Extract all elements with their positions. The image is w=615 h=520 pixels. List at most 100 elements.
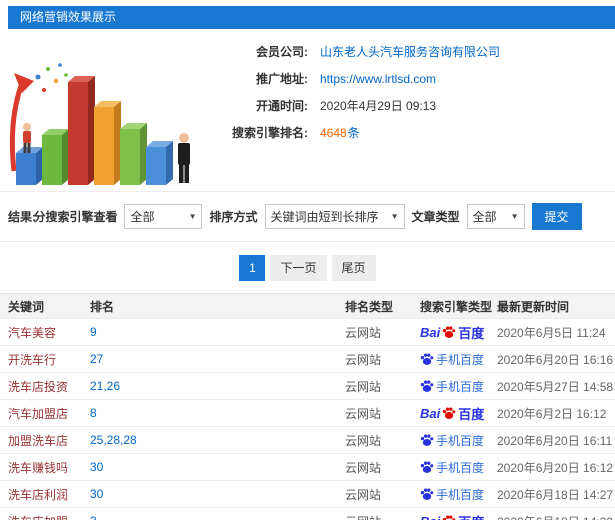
filter-bar: 结果: 分搜索引擎查看 全部 ▼ 排序方式 关键词由短到长排序 ▼ 文章类型 全… xyxy=(0,192,615,242)
mobile-baidu-paw-icon xyxy=(420,352,434,366)
baidu-cn-text: 百度 xyxy=(458,406,485,422)
rank-type-cell: 云网站 xyxy=(345,487,382,502)
result-label: 结果: xyxy=(8,210,36,224)
rank-count-label: 搜索引擎排名: xyxy=(232,126,308,140)
page-1-button[interactable]: 1 xyxy=(239,255,266,281)
rank-cell[interactable]: 8 xyxy=(90,406,345,420)
mobile-baidu-text: 手机百度 xyxy=(436,433,485,448)
info-row-url: 推广地址: https://www.lrtlsd.com xyxy=(200,70,615,88)
update-time-cell: 2020年6月20日 16:16 xyxy=(497,352,614,367)
last-page-button[interactable]: 尾页 xyxy=(331,255,376,281)
baidu-paw-icon xyxy=(442,325,456,339)
rank-type-cell: 云网站 xyxy=(345,433,382,448)
type-filter-label: 文章类型 xyxy=(411,210,460,224)
table-row: 开洗车行 27 云网站 手机百度 2020年6月20日 16:16 xyxy=(0,346,615,373)
page-title: 网络营销效果展示 xyxy=(20,10,117,24)
rank-type-cell: 云网站 xyxy=(345,513,420,520)
keyword-cell: 洗车赚钱吗 xyxy=(8,460,69,475)
keyword-cell: 洗车店投资 xyxy=(8,379,69,394)
url-label: 推广地址: xyxy=(256,72,308,86)
header-rank: 排名 xyxy=(90,299,115,314)
table-row: 洗车赚钱吗 30 云网站 手机百度 2020年6月20日 16:12 xyxy=(0,454,615,481)
engine-filter-label: 分搜索引擎查看 xyxy=(33,210,118,224)
chevron-down-icon: ▼ xyxy=(188,212,197,221)
table-row: 洗车店利润 30 云网站 手机百度 2020年6月18日 14:27 xyxy=(0,481,615,508)
mobile-baidu-paw-icon xyxy=(420,379,434,393)
company-label: 会员公司: xyxy=(256,45,308,59)
type-select-value: 全部 xyxy=(472,210,497,224)
baidu-paw-icon xyxy=(442,514,456,520)
baidu-latin-text: Bai xyxy=(420,514,440,520)
next-page-button[interactable]: 下一页 xyxy=(270,255,327,281)
opened-label: 开通时间: xyxy=(256,99,308,113)
keyword-cell: 汽车加盟店 xyxy=(8,406,69,421)
rank-type-cell: 云网站 xyxy=(345,406,382,421)
info-row-company: 会员公司: 山东老人头汽车服务咨询有限公司 xyxy=(200,43,615,61)
baidu-cn-text: 百度 xyxy=(458,512,484,520)
rank-cell[interactable]: 30 xyxy=(90,487,345,501)
table-row: 加盟洗车店 25,28,28 云网站 手机百度 2020年6月20日 16:11 xyxy=(0,427,615,454)
article-type-select[interactable]: 全部 ▼ xyxy=(466,204,525,229)
promotion-url-link[interactable]: https://www.lrtlsd.com xyxy=(320,70,436,88)
baidu-latin-text: Bai xyxy=(420,405,441,421)
header-keyword: 关键词 xyxy=(8,299,45,314)
rank-cell[interactable]: 9 xyxy=(90,325,345,339)
mobile-baidu-text: 手机百度 xyxy=(436,352,485,367)
chevron-down-icon: ▼ xyxy=(390,212,399,221)
rank-cell[interactable]: 25,28,28 xyxy=(90,433,345,447)
sort-select[interactable]: 关键词由短到长排序 ▼ xyxy=(264,204,405,229)
mobile-baidu-paw-icon xyxy=(420,433,434,447)
sort-filter-label: 排序方式 xyxy=(209,210,258,224)
update-time-cell: 2020年6月20日 16:12 xyxy=(497,460,614,475)
submit-button[interactable]: 提交 xyxy=(531,203,582,230)
info-row-rank-count: 搜索引擎排名: 4648 条 xyxy=(200,124,615,142)
member-info-panel: 会员公司: 山东老人头汽车服务咨询有限公司 推广地址: https://www.… xyxy=(0,29,615,192)
header-rank-type: 排名类型 xyxy=(345,299,394,314)
opened-value: 2020年4月29日 09:13 xyxy=(320,99,437,113)
keyword-cell: 洗车店利润 xyxy=(8,487,69,502)
table-row: 汽车美容 9 云网站 Bai 百度 2020年6月5日 11:24 xyxy=(0,319,615,346)
baidu-latin-text: Bai xyxy=(420,324,441,340)
rank-count-value: 4648 xyxy=(320,126,347,140)
rank-type-cell: 云网站 xyxy=(345,379,382,394)
baidu-cn-text: 百度 xyxy=(458,325,485,341)
mobile-baidu-logo: 手机百度 xyxy=(420,432,497,449)
mobile-baidu-logo: 手机百度 xyxy=(420,378,497,395)
filter-controls: 分搜索引擎查看 全部 ▼ 排序方式 关键词由短到长排序 ▼ 文章类型 全部 ▼ … xyxy=(0,203,615,230)
baidu-paw-icon xyxy=(442,406,456,420)
chevron-down-icon: ▼ xyxy=(510,212,519,221)
update-time-cell: 2020年6月5日 11:24 xyxy=(497,325,606,340)
rank-type-cell: 云网站 xyxy=(345,325,382,340)
keyword-cell: 加盟洗车店 xyxy=(8,433,69,448)
rank-count-unit: 条 xyxy=(347,126,360,140)
update-time-cell: 2020年6月18日 14:27 xyxy=(497,487,614,502)
keyword-cell: 开洗车行 xyxy=(8,352,57,367)
pagination: 1 下一页 尾页 xyxy=(0,242,615,293)
mobile-baidu-paw-icon xyxy=(420,460,434,474)
mobile-baidu-text: 手机百度 xyxy=(436,460,485,475)
baidu-logo: Bai 百度 xyxy=(420,323,497,342)
page-title-bar: 网络营销效果展示 xyxy=(8,6,615,29)
table-row: 洗车店加盟 3 云网站 Bai 百度 2020年6月18日 14:30 xyxy=(0,508,615,520)
update-time-cell: 2020年5月27日 14:58 xyxy=(497,379,614,394)
mobile-baidu-logo: 手机百度 xyxy=(420,459,497,476)
update-time-cell: 2020年6月20日 16:11 xyxy=(497,433,613,448)
engine-select[interactable]: 全部 ▼ xyxy=(124,204,203,229)
baidu-logo: Bai 百度 xyxy=(420,512,497,520)
rank-cell[interactable]: 30 xyxy=(90,460,345,474)
header-engine-type: 搜索引擎类型 xyxy=(420,299,493,314)
engine-select-value: 全部 xyxy=(130,210,155,224)
update-time-cell: 2020年6月2日 16:12 xyxy=(497,406,607,421)
rank-type-cell: 云网站 xyxy=(345,352,382,367)
keyword-cell: 汽车美容 xyxy=(8,325,57,340)
mobile-baidu-text: 手机百度 xyxy=(436,487,485,502)
mobile-baidu-logo: 手机百度 xyxy=(420,351,497,368)
rank-cell[interactable]: 21,26 xyxy=(90,379,345,393)
mobile-baidu-text: 手机百度 xyxy=(436,379,485,394)
rank-cell[interactable]: 27 xyxy=(90,352,345,366)
mobile-baidu-paw-icon xyxy=(420,487,434,501)
table-row: 洗车店投资 21,26 云网站 手机百度 2020年5月27日 14:58 xyxy=(0,373,615,400)
rank-cell[interactable]: 3 xyxy=(90,514,345,520)
keyword-cell: 洗车店加盟 xyxy=(8,513,90,520)
company-value-link[interactable]: 山东老人头汽车服务咨询有限公司 xyxy=(320,43,500,61)
